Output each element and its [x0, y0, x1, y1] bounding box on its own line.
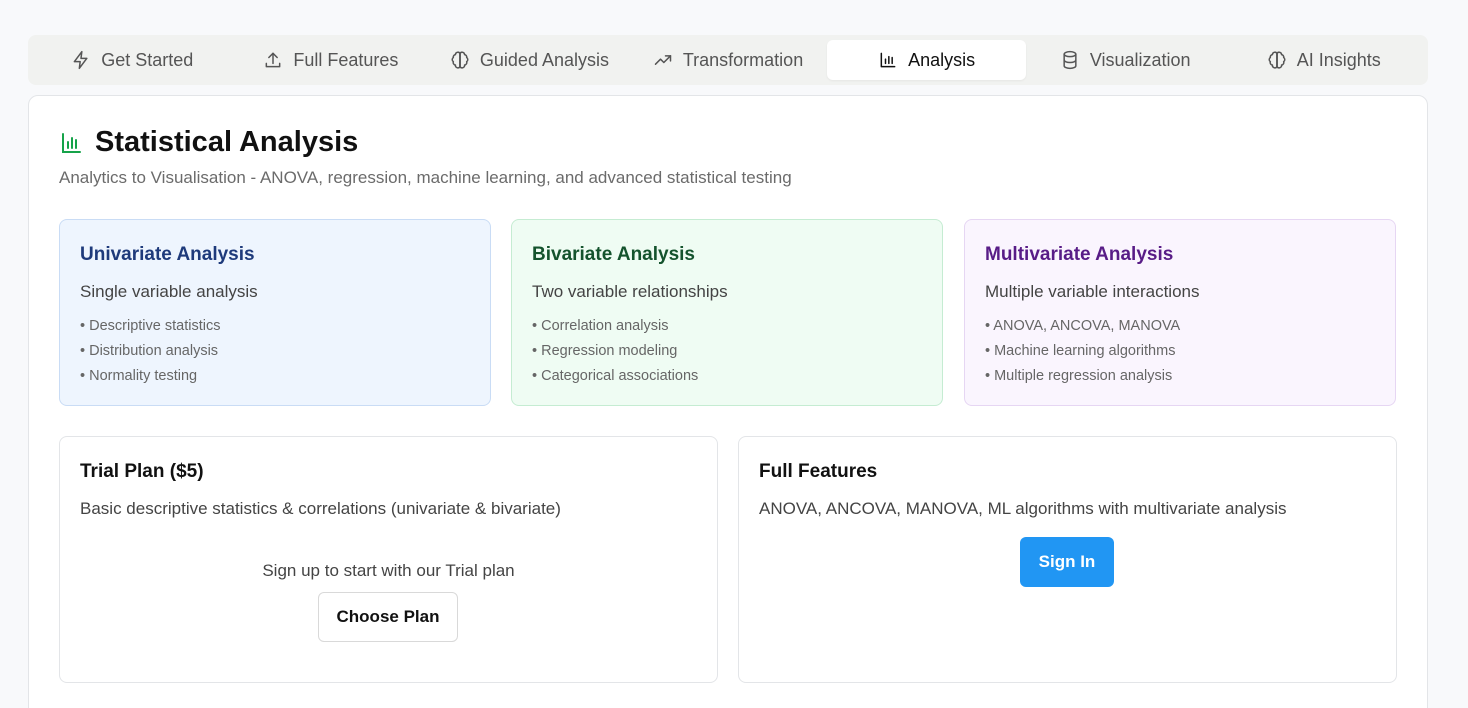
analysis-panel: Statistical Analysis Analytics to Visual…: [28, 95, 1428, 708]
plan-description: Basic descriptive statistics & correlati…: [80, 499, 561, 518]
card-title: Bivariate Analysis: [532, 244, 695, 265]
brain-icon: [451, 51, 469, 69]
lightning-icon: [73, 50, 88, 70]
trending-up-icon: [654, 55, 672, 65]
page-subtitle: Analytics to Visualisation - ANOVA, regr…: [59, 168, 792, 187]
page-title: Statistical Analysis: [95, 126, 359, 158]
feature-list: • Correlation analysis • Regression mode…: [532, 314, 922, 389]
sign-in-button[interactable]: Sign In: [1020, 537, 1114, 587]
tab-label: AI Insights: [1296, 49, 1381, 70]
brain-icon: [1268, 51, 1286, 69]
tab-label: Get Started: [101, 49, 194, 70]
list-item: • ANOVA, ANCOVA, MANOVA: [985, 318, 1181, 334]
list-item: • Correlation analysis: [532, 318, 669, 334]
list-item: • Descriptive statistics: [80, 318, 221, 334]
card-subtitle: Multiple variable interactions: [985, 282, 1200, 301]
tab-analysis[interactable]: Analysis: [827, 40, 1026, 80]
card-title: Multivariate Analysis: [985, 244, 1174, 265]
tab-full-features[interactable]: Full Features: [232, 40, 431, 80]
tab-visualization[interactable]: Visualization: [1026, 40, 1225, 80]
list-item: • Categorical associations: [532, 368, 699, 384]
tab-label: Visualization: [1089, 49, 1191, 70]
card-title: Univariate Analysis: [80, 244, 255, 265]
plan-title: Trial Plan ($5): [80, 461, 204, 482]
bar-chart-icon: [880, 52, 896, 68]
list-item: • Distribution analysis: [80, 343, 219, 359]
feature-list: • Descriptive statistics • Distribution …: [80, 314, 470, 389]
tab-label: Full Features: [293, 49, 399, 70]
bivariate-card: Bivariate Analysis Two variable relation…: [511, 219, 943, 406]
plan-title: Full Features: [759, 461, 878, 482]
tab-label: Transformation: [682, 49, 804, 70]
tab-get-started[interactable]: Get Started: [33, 40, 232, 80]
upload-icon: [265, 52, 281, 68]
list-item: • Machine learning algorithms: [985, 343, 1176, 359]
full-features-card: Full Features ANOVA, ANCOVA, MANOVA, ML …: [738, 436, 1397, 683]
tab-transformation[interactable]: Transformation: [629, 40, 828, 80]
list-item: • Multiple regression analysis: [985, 368, 1173, 384]
tab-ai-insights[interactable]: AI Insights: [1224, 40, 1423, 80]
title-row: Statistical Analysis: [59, 126, 358, 159]
multivariate-card: Multivariate Analysis Multiple variable …: [964, 219, 1396, 406]
tab-bar: Get Started Full Features Guided Analysi…: [28, 35, 1428, 85]
plan-description: ANOVA, ANCOVA, MANOVA, ML algorithms wit…: [759, 499, 1287, 518]
list-item: • Normality testing: [80, 368, 198, 384]
trial-plan-card: Trial Plan ($5) Basic descriptive statis…: [59, 436, 718, 683]
tab-guided-analysis[interactable]: Guided Analysis: [430, 40, 629, 80]
signup-prompt: Sign up to start with our Trial plan: [262, 561, 515, 580]
bar-chart-icon: [62, 132, 81, 153]
tab-label: Guided Analysis: [479, 49, 609, 70]
card-subtitle: Single variable analysis: [80, 282, 258, 301]
database-icon: [1063, 50, 1077, 70]
list-item: • Regression modeling: [532, 343, 678, 359]
univariate-card: Univariate Analysis Single variable anal…: [59, 219, 491, 406]
feature-list: • ANOVA, ANCOVA, MANOVA • Machine learni…: [985, 314, 1375, 389]
choose-plan-button[interactable]: Choose Plan: [318, 592, 458, 642]
card-subtitle: Two variable relationships: [532, 282, 728, 301]
tab-label: Analysis: [908, 49, 976, 70]
